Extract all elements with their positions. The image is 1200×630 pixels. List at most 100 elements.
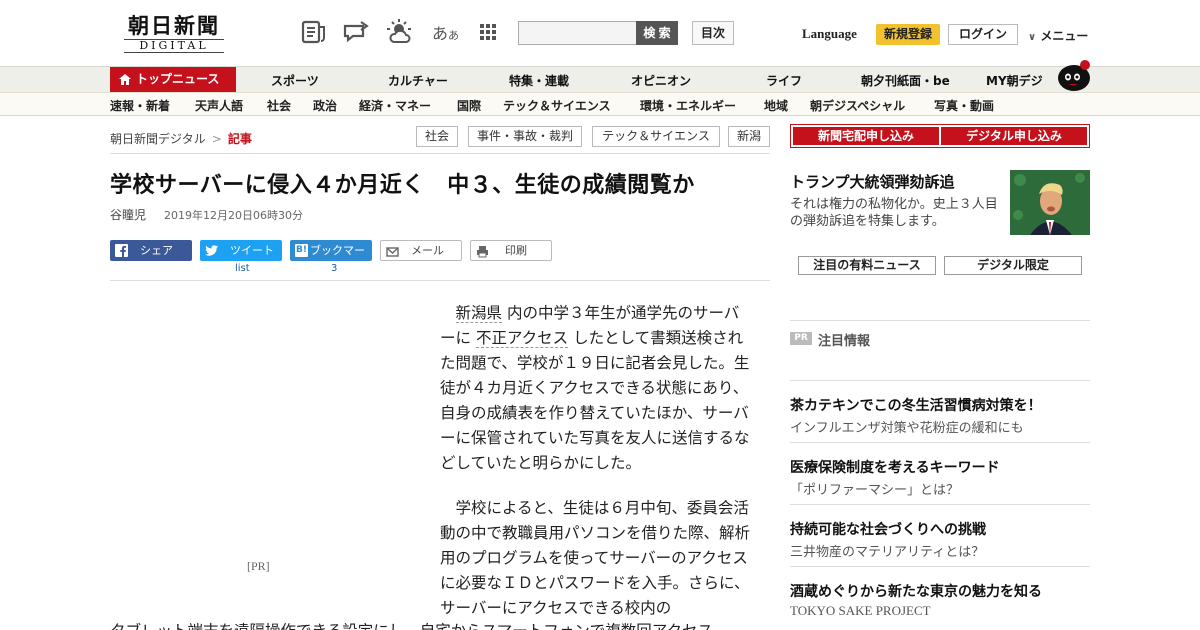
pr-item[interactable]: 茶カテキンでこの冬生活習慣病対策を！ インフルエンザ対策や花粉症の緩和にも <box>790 380 1090 442</box>
digital-subscribe-button[interactable]: デジタル申し込み <box>941 127 1087 145</box>
pr-item-title[interactable]: 医療保険制度を考えるキーワード <box>790 457 1000 477</box>
pr-item[interactable]: 持続可能な社会づくりへの挑戦 三井物産のマテリアリティとは？ <box>790 504 1090 566</box>
tag-niigata[interactable]: 新潟 <box>728 126 770 147</box>
hatena-bookmark-button[interactable]: B! ブックマーク <box>290 240 372 278</box>
mail-share-button[interactable]: メール <box>380 240 462 261</box>
toc-button[interactable]: 目次 <box>692 21 734 45</box>
nav-item-features[interactable]: 特集・連載 <box>509 72 569 89</box>
top-news-label: トップニュース <box>136 72 220 86</box>
pr-item-subtitle: 「ポリファーマシー」とは？ <box>790 483 960 498</box>
home-icon <box>119 74 131 85</box>
pr-item-title[interactable]: 茶カテキンでこの冬生活習慣病対策を！ <box>790 395 1042 415</box>
logo-jp: 朝日新聞 <box>128 13 220 38</box>
article-author[interactable]: 谷瞳児 <box>110 206 146 223</box>
divider <box>790 320 1090 321</box>
comment-icon[interactable] <box>342 18 370 46</box>
home-delivery-button[interactable]: 新聞宅配申し込み <box>793 127 939 145</box>
apps-grid-icon[interactable] <box>476 20 500 44</box>
nav2-item-environment[interactable]: 環境・エネルギー <box>640 97 736 114</box>
mail-share-label: メール <box>411 244 444 257</box>
weather-icon[interactable] <box>386 18 414 46</box>
facebook-share-button[interactable]: シェア <box>110 240 192 261</box>
breadcrumb-current: 記事 <box>227 132 252 146</box>
divider <box>110 280 770 281</box>
tag-tech[interactable]: テック＆サイエンス <box>592 126 720 147</box>
pr-section-heading: 注目情報 <box>818 334 871 349</box>
pr-item[interactable]: 酒蔵めぐりから新たな東京の魅力を知る TOKYO SAKE PROJECT <box>790 566 1090 626</box>
nav-item-culture[interactable]: カルチャー <box>388 72 448 89</box>
nav2-item-special[interactable]: 朝デジスペシャル <box>810 97 905 114</box>
search-button[interactable]: 検 索 <box>636 21 678 45</box>
ad-pr-label: [PR] <box>247 559 270 573</box>
print-button[interactable]: 印刷 <box>470 240 552 261</box>
pr-item[interactable]: 医療保険制度を考えるキーワード 「ポリファーマシー」とは？ <box>790 442 1090 504</box>
subscribe-box: 新聞宅配申し込み デジタル申し込み <box>790 124 1090 148</box>
twitter-count[interactable]: list <box>235 263 250 274</box>
featured-paid-news-button[interactable]: 注目の有料ニュース <box>798 256 936 275</box>
pr-item-subtitle: 三井物産のマテリアリティとは？ <box>790 545 985 560</box>
language-link[interactable]: Language <box>802 26 857 42</box>
menu-label: メニュー <box>1040 29 1089 43</box>
breadcrumb-separator: > <box>211 132 222 146</box>
twitter-icon <box>205 245 218 256</box>
nav2-item-international[interactable]: 国際 <box>457 97 481 114</box>
feature-description: それは権力の私物化か。史上３人目の弾劾訴追を特集します。 <box>790 197 998 229</box>
breadcrumb: 朝日新聞デジタル > 記事 <box>110 130 252 147</box>
article-paragraph-2-continued: タブレット端末を遠隔操作できる設定にし、自宅からスマートフォンで複数回アクセス <box>110 619 750 630</box>
twitter-share-label: ツイート <box>230 244 274 257</box>
mascot-icon[interactable] <box>1054 58 1092 92</box>
pr-item-title[interactable]: 持続可能な社会づくりへの挑戦 <box>790 519 986 539</box>
nav2-item-politics[interactable]: 政治 <box>313 97 337 114</box>
pr-item-subtitle: TOKYO SAKE PROJECT <box>790 603 931 618</box>
font-size-icon[interactable]: ああ <box>432 20 460 46</box>
pr-item-title[interactable]: 酒蔵めぐりから新たな東京の魅力を知る <box>790 581 1042 601</box>
register-button[interactable]: 新規登録 <box>876 24 940 45</box>
nav-item-opinion[interactable]: オピニオン <box>631 72 691 89</box>
print-label: 印刷 <box>505 244 527 257</box>
pr-badge: PR <box>790 332 812 345</box>
site-logo[interactable]: 朝日新聞 DIGITAL <box>118 14 230 54</box>
nav2-item-tech[interactable]: テック＆サイエンス <box>503 97 611 114</box>
link-niigata[interactable]: 新潟県 <box>455 304 503 323</box>
nav-item-sports[interactable]: スポーツ <box>271 72 319 89</box>
article-headline: 学校サーバーに侵入４か月近く 中３、生徒の成績閲覧か <box>110 173 695 198</box>
font-size-large: あ <box>432 24 449 43</box>
nav2-item-economy[interactable]: 経済・マネー <box>359 97 431 114</box>
nav2-item-tenseijingo[interactable]: 天声人語 <box>195 97 243 114</box>
feature-image[interactable] <box>1010 170 1090 235</box>
mail-icon <box>386 247 399 257</box>
article-date: 2019年12月20日06時30分 <box>164 209 303 222</box>
secondary-nav: 速報・新着 天声人語 社会 政治 経済・マネー 国際 テック＆サイエンス 環境・… <box>0 92 1200 116</box>
paragraph-1-text-b: したとして書類送検された問題で、学校が１９日に記者会見した。生徒が４カ月近くアク… <box>440 329 750 472</box>
menu-button[interactable]: ∨ メニュー <box>1028 27 1088 44</box>
facebook-icon <box>115 244 128 257</box>
chevron-down-icon: ∨ <box>1028 32 1037 43</box>
article-paragraph-2: 学校によると、生徒は６月中旬、委員会活動の中で教職員用パソコンを借りた際、解析用… <box>440 499 751 617</box>
tag-incident[interactable]: 事件・事故・裁判 <box>468 126 582 147</box>
hatena-count[interactable]: 3 <box>331 263 337 274</box>
logo-en: DIGITAL <box>124 39 224 53</box>
search-input[interactable] <box>518 21 638 45</box>
divider <box>110 153 770 154</box>
article-paragraph-1: 新潟県 内の中学３年生が通学先のサーバーに 不正アクセス したとして書類送検され… <box>440 301 750 476</box>
nav-item-my[interactable]: MY朝デジ <box>986 72 1043 89</box>
pr-item-subtitle: インフルエンザ対策や花粉症の緩和にも <box>790 421 1024 436</box>
print-icon <box>477 246 488 258</box>
link-unauthorized-access[interactable]: 不正アクセス <box>475 329 569 348</box>
nav2-item-photo[interactable]: 写真・動画 <box>934 97 994 114</box>
nav2-item-breaking[interactable]: 速報・新着 <box>110 97 170 114</box>
feature-title[interactable]: トランプ大統領弾劾訴追 <box>790 171 955 192</box>
font-size-small: あ <box>448 29 460 42</box>
twitter-share-button[interactable]: ツイート <box>200 240 282 261</box>
breadcrumb-root[interactable]: 朝日新聞デジタル <box>110 132 206 146</box>
news-icon[interactable] <box>300 18 328 46</box>
nav-item-paper[interactable]: 朝夕刊紙面・be <box>861 72 950 89</box>
login-button[interactable]: ログイン <box>948 24 1018 45</box>
nav-item-top-news[interactable]: トップニュース <box>110 67 236 92</box>
nav2-item-society[interactable]: 社会 <box>267 97 291 114</box>
nav2-item-region[interactable]: 地域 <box>764 97 788 114</box>
digital-only-button[interactable]: デジタル限定 <box>944 256 1082 275</box>
facebook-share-label: シェア <box>140 244 173 257</box>
tag-society[interactable]: 社会 <box>416 126 458 147</box>
nav-item-life[interactable]: ライフ <box>766 72 802 89</box>
